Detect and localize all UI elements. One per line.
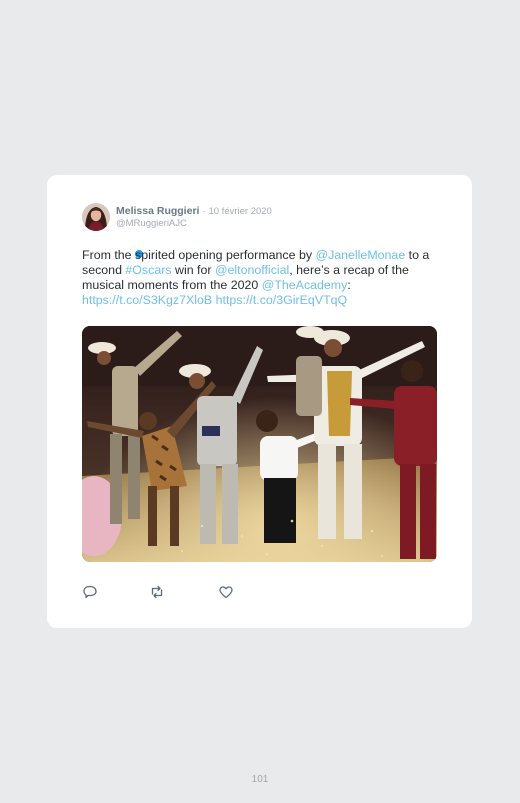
retweet-icon[interactable] (149, 584, 165, 600)
reply-icon[interactable] (82, 584, 98, 600)
tweet-date[interactable]: 10 février 2020 (208, 206, 271, 217)
tweet-card: Melissa Ruggieri · 10 février 2020 @MRug… (47, 175, 472, 628)
tweet-link-2[interactable]: https://t.co/3GirEqVTqQ (216, 293, 348, 307)
text-part: From the spirited opening performance by (82, 248, 316, 262)
mention-janellemonae[interactable]: @JanelleMonae (315, 248, 405, 262)
hashtag-oscars[interactable]: #Oscars (125, 263, 171, 277)
avatar-image (82, 203, 110, 231)
dot-separator: · (202, 205, 206, 217)
mention-theacademy[interactable]: @TheAcademy (262, 278, 348, 292)
page: Melissa Ruggieri · 10 février 2020 @MRug… (0, 0, 520, 803)
author-handle[interactable]: @MRuggieriAJC (116, 218, 272, 230)
text-part: win for (171, 263, 215, 277)
text-part: : (347, 278, 351, 292)
page-number: 101 (251, 774, 269, 785)
tweet-actions (82, 584, 282, 600)
performance-photo-image (82, 326, 437, 562)
author-name[interactable]: Melissa Ruggieri (116, 205, 199, 217)
avatar[interactable] (82, 203, 110, 231)
author-names: Melissa Ruggieri · 10 février 2020 @MRug… (116, 205, 272, 230)
mention-eltonofficial[interactable]: @eltonofficial (215, 263, 289, 277)
heart-icon[interactable] (218, 584, 234, 600)
tweet-author[interactable]: Melissa Ruggieri · 10 février 2020 @MRug… (82, 201, 272, 259)
tweet-photo[interactable] (82, 326, 437, 562)
tweet-text: From the spirited opening performance by… (82, 248, 442, 308)
tweet-link-1[interactable]: https://t.co/S3Kgz7XloB (82, 293, 212, 307)
name-row: Melissa Ruggieri · 10 février 2020 (116, 205, 272, 218)
